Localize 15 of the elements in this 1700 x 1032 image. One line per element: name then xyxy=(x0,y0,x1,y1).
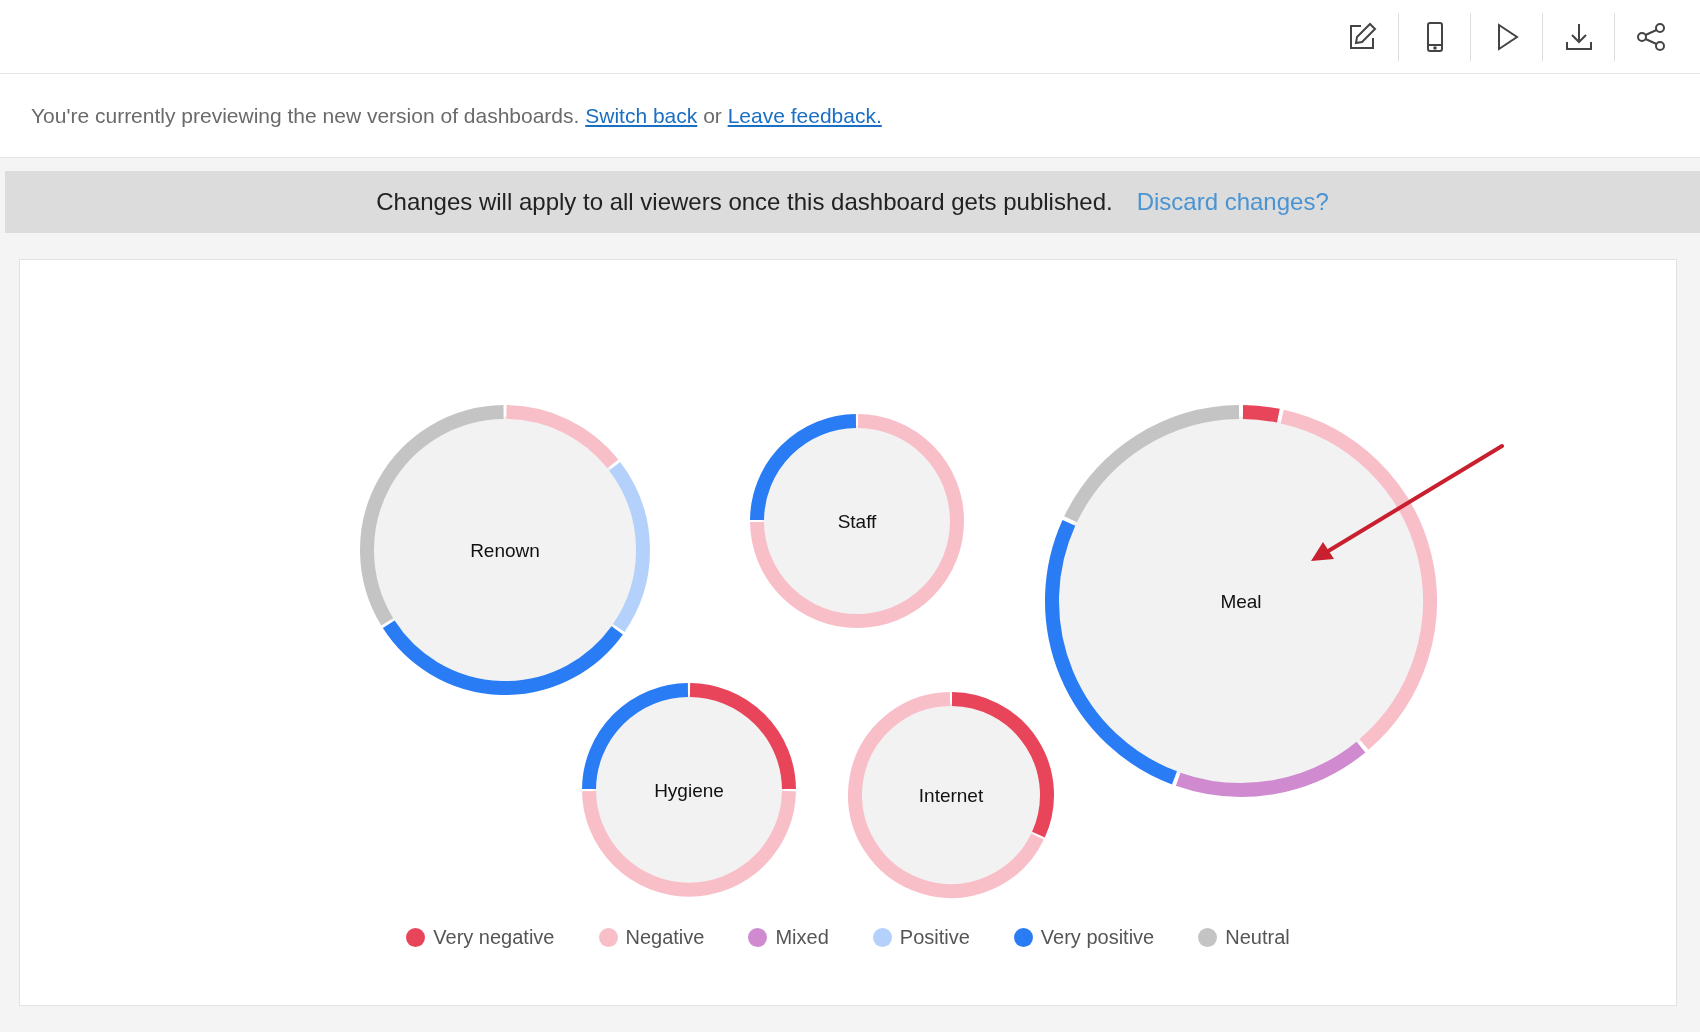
legend-label: Negative xyxy=(625,926,705,949)
legend-label: Very positive xyxy=(1040,926,1155,949)
bubble-label: Staff xyxy=(837,511,877,532)
bubble-label: Renown xyxy=(470,540,540,561)
bubble-label: Meal xyxy=(1220,591,1262,612)
bubble-label: Internet xyxy=(918,785,984,806)
legend-label: Very negative xyxy=(433,926,555,949)
legend-label: Positive xyxy=(899,926,970,949)
legend-label: Mixed xyxy=(775,926,829,949)
legend-label: Neutral xyxy=(1225,926,1290,949)
leave-feedback-link[interactable]: Leave feedback. xyxy=(727,103,882,127)
bubble-label: Hygiene xyxy=(654,780,724,801)
publish-message: Changes will apply to all viewers once this dashboard gets published. xyxy=(376,188,1113,216)
preview-notice: You're currently previewing the new version of dashboards. Switch back or Leave feedback. xyxy=(31,103,882,128)
switch-back-link[interactable]: Switch back xyxy=(585,103,698,127)
